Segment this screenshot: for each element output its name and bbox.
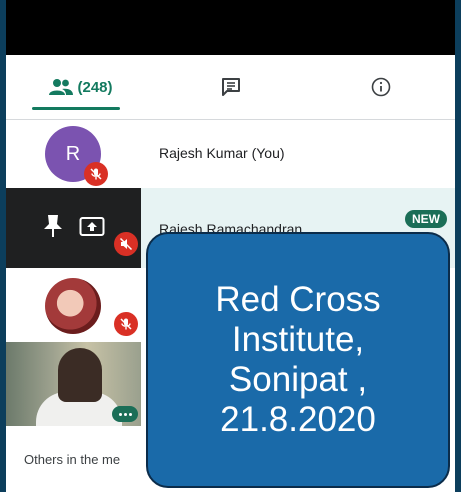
caption-line: 21.8.2020: [220, 400, 376, 440]
caption-line: Red Cross: [215, 279, 381, 319]
caption-overlay: Red Cross Institute, Sonipat , 21.8.2020: [146, 232, 450, 488]
participant-count: (248): [77, 78, 113, 96]
tab-bar: (248): [6, 55, 455, 120]
present-screen-icon: [79, 217, 105, 236]
active-tab-indicator: [32, 107, 120, 110]
info-icon: [371, 77, 390, 97]
avatar: [45, 278, 101, 334]
participant-thumb: [6, 188, 141, 268]
speaker-off-icon: [114, 232, 138, 256]
others-heading: Others in the me: [24, 452, 121, 467]
people-icon: [49, 79, 74, 95]
caption-line: Sonipat ,: [228, 360, 368, 399]
participant-thumb: R: [6, 120, 141, 188]
participant-info: Rajesh Kumar (You): [141, 120, 455, 188]
participant-row[interactable]: R Rajesh Kumar (You): [6, 120, 455, 188]
more-options-icon[interactable]: [112, 406, 138, 422]
participant-head: [58, 348, 102, 402]
chat-icon: [222, 78, 240, 96]
top-bar: [6, 0, 455, 55]
video-tile: [6, 342, 141, 428]
mic-off-icon: [114, 312, 138, 336]
tab-chat[interactable]: [156, 55, 306, 119]
participant-name: Rajesh Kumar (You): [159, 145, 285, 161]
participant-thumb: [6, 268, 141, 342]
mic-off-icon: [84, 162, 108, 186]
new-badge: NEW: [405, 210, 447, 228]
caption-line: Institute,: [231, 319, 365, 359]
pin-icon: [44, 215, 62, 237]
participant-video: [6, 342, 141, 428]
tab-info[interactable]: [306, 55, 455, 119]
